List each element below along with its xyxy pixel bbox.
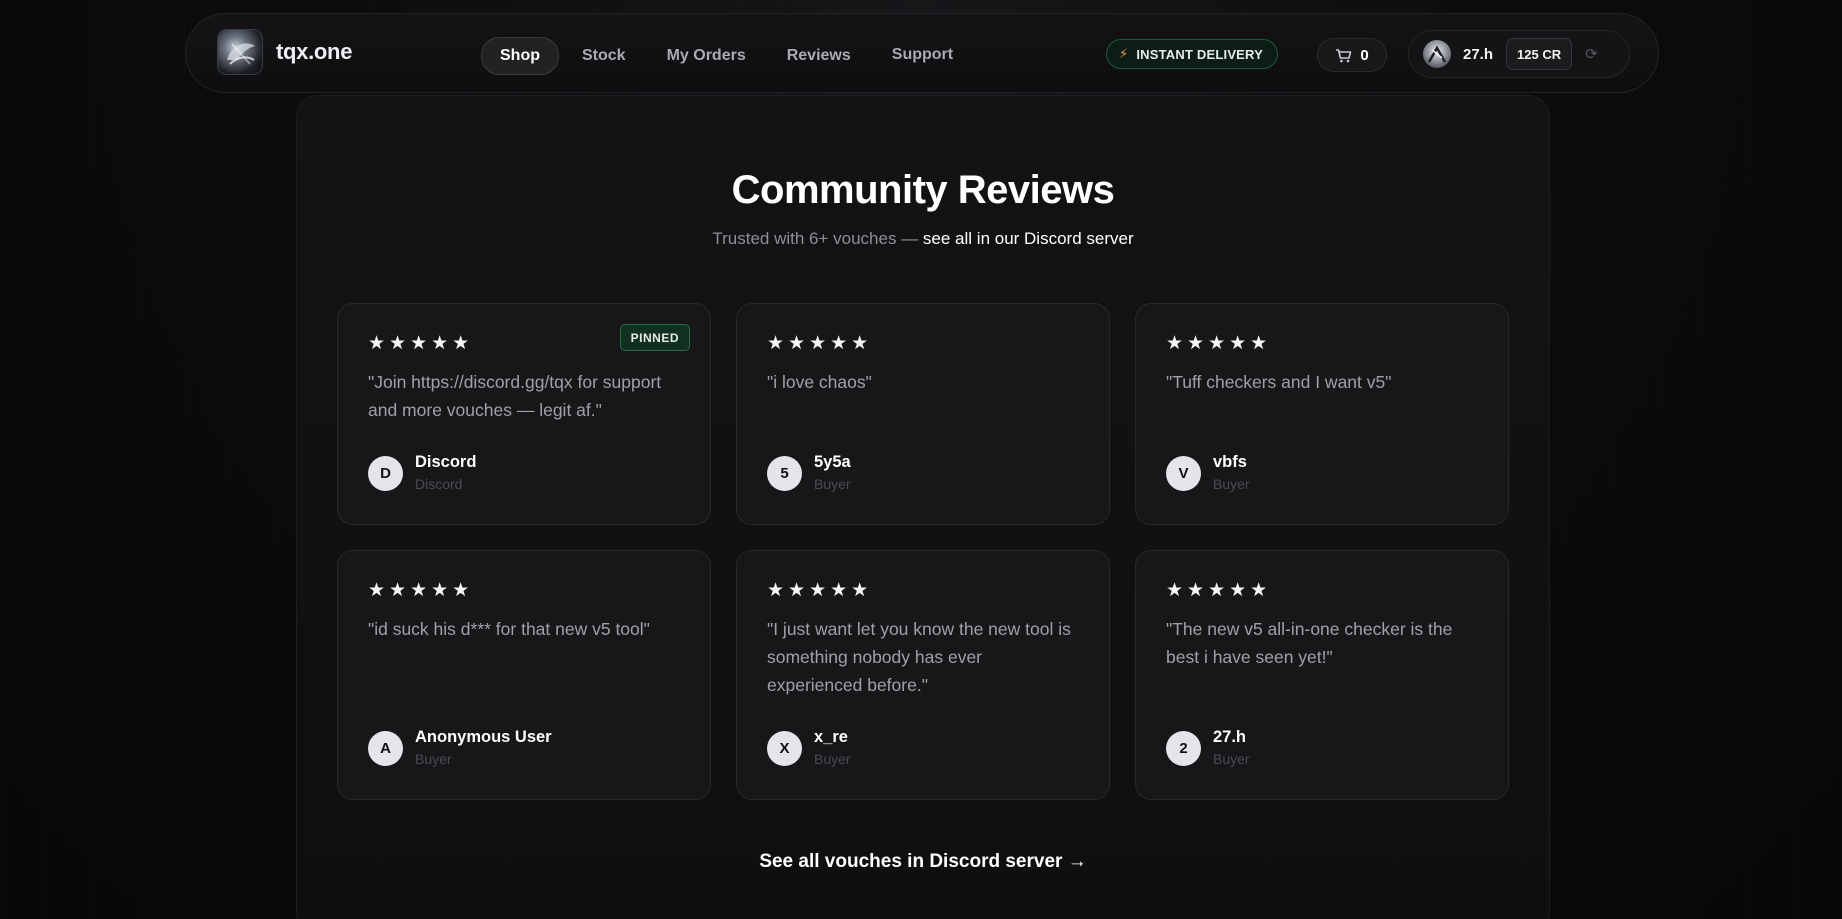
nav-link-reviews[interactable]: Reviews	[769, 38, 869, 74]
cart-count: 0	[1360, 46, 1369, 64]
instant-delivery-badge: ⚡ INSTANT DELIVERY	[1106, 39, 1279, 69]
author-name: x_re	[814, 728, 848, 746]
brand-name: tqx.one	[276, 39, 353, 64]
review-card: ★★★★★ PINNED "Join https://discord.gg/tq…	[337, 303, 711, 525]
cart-icon	[1336, 48, 1352, 62]
avatar: D	[368, 455, 403, 491]
top-navbar: tqx.one Shop Stock My Orders Reviews Sup…	[185, 13, 1659, 93]
star-rating: ★★★★★	[767, 580, 873, 601]
avatar: 5	[767, 455, 802, 491]
author-name: Discord	[415, 453, 477, 471]
author-name: 27.h	[1213, 728, 1247, 746]
star-rating: ★★★★★	[368, 580, 474, 601]
author-name: vbfs	[1213, 453, 1247, 471]
review-quote: "i love chaos"	[767, 372, 872, 392]
review-card: ★★★★★ "i love chaos" 5 5y5a Buyer	[736, 303, 1110, 525]
review-quote: "id suck his d*** for that new v5 tool"	[368, 619, 650, 639]
reviews-grid: ★★★★★ PINNED "Join https://discord.gg/tq…	[337, 303, 1509, 800]
avatar: X	[767, 730, 802, 766]
delivery-label: INSTANT DELIVERY	[1136, 46, 1264, 62]
review-card: ★★★★★ "Tuff checkers and I want v5" V vb…	[1135, 303, 1509, 525]
review-quote: "The new v5 all-in-one checker is the be…	[1166, 619, 1453, 667]
author-role: Buyer	[415, 751, 452, 767]
review-author: 5 5y5a Buyer	[767, 452, 851, 494]
author-role: Discord	[415, 476, 463, 492]
page-subtitle: Trusted with 6+ vouches — see all in our…	[297, 229, 1549, 249]
review-author: D Discord Discord	[368, 452, 476, 494]
logo-icon	[217, 29, 263, 75]
see-all-vouches-link[interactable]: See all vouches in Discord server →	[297, 851, 1549, 873]
page-title: Community Reviews	[731, 168, 1115, 212]
nav-link-shop[interactable]: Shop	[481, 37, 559, 75]
user-avatar-icon	[1423, 40, 1451, 68]
nav-link-my-orders[interactable]: My Orders	[649, 38, 764, 74]
author-name: 5y5a	[814, 453, 851, 471]
refresh-icon[interactable]: ⟳	[1585, 45, 1598, 63]
pinned-badge: PINNED	[619, 324, 690, 351]
author-role: Buyer	[1213, 476, 1250, 492]
user-name: 27.h	[1463, 45, 1494, 63]
discord-server-link[interactable]: see all in our Discord server	[923, 229, 1134, 248]
review-quote: "Tuff checkers and I want v5"	[1166, 372, 1392, 392]
review-author: V vbfs Buyer	[1166, 452, 1250, 494]
author-role: Buyer	[814, 751, 851, 767]
star-rating: ★★★★★	[1166, 580, 1272, 601]
brand[interactable]: tqx.one	[217, 29, 352, 75]
review-author: 2 27.h Buyer	[1166, 727, 1250, 769]
review-card: ★★★★★ "id suck his d*** for that new v5 …	[337, 550, 711, 800]
avatar: A	[368, 730, 403, 766]
review-card: ★★★★★ "The new v5 all-in-one checker is …	[1135, 550, 1509, 800]
avatar: 2	[1166, 730, 1201, 766]
review-author: X x_re Buyer	[767, 727, 851, 769]
nav-link-stock[interactable]: Stock	[564, 38, 644, 74]
user-menu[interactable]: 27.h 125 CR ⟳	[1408, 30, 1630, 78]
author-role: Buyer	[814, 476, 851, 492]
subtitle-text: Trusted with 6+ vouches —	[712, 229, 923, 248]
review-author: A Anonymous User Buyer	[368, 727, 552, 769]
cart-button[interactable]: 0	[1317, 38, 1387, 72]
review-quote: "Join https://discord.gg/tqx for support…	[368, 372, 662, 420]
nav-link-support[interactable]: Support	[874, 37, 971, 73]
review-quote: "I just want let you know the new tool i…	[767, 619, 1071, 695]
avatar: V	[1166, 455, 1201, 491]
review-card: ★★★★★ "I just want let you know the new …	[736, 550, 1110, 800]
nav-links: Shop Stock My Orders Reviews Support	[481, 37, 976, 75]
author-name: Anonymous User	[415, 728, 552, 746]
credits-balance: 125 CR	[1506, 38, 1573, 70]
author-role: Buyer	[1213, 751, 1250, 767]
star-rating: ★★★★★	[1166, 333, 1272, 354]
star-rating: ★★★★★	[767, 333, 873, 354]
bolt-icon: ⚡	[1119, 46, 1129, 61]
reviews-panel: Community Reviews Trusted with 6+ vouche…	[296, 95, 1550, 919]
